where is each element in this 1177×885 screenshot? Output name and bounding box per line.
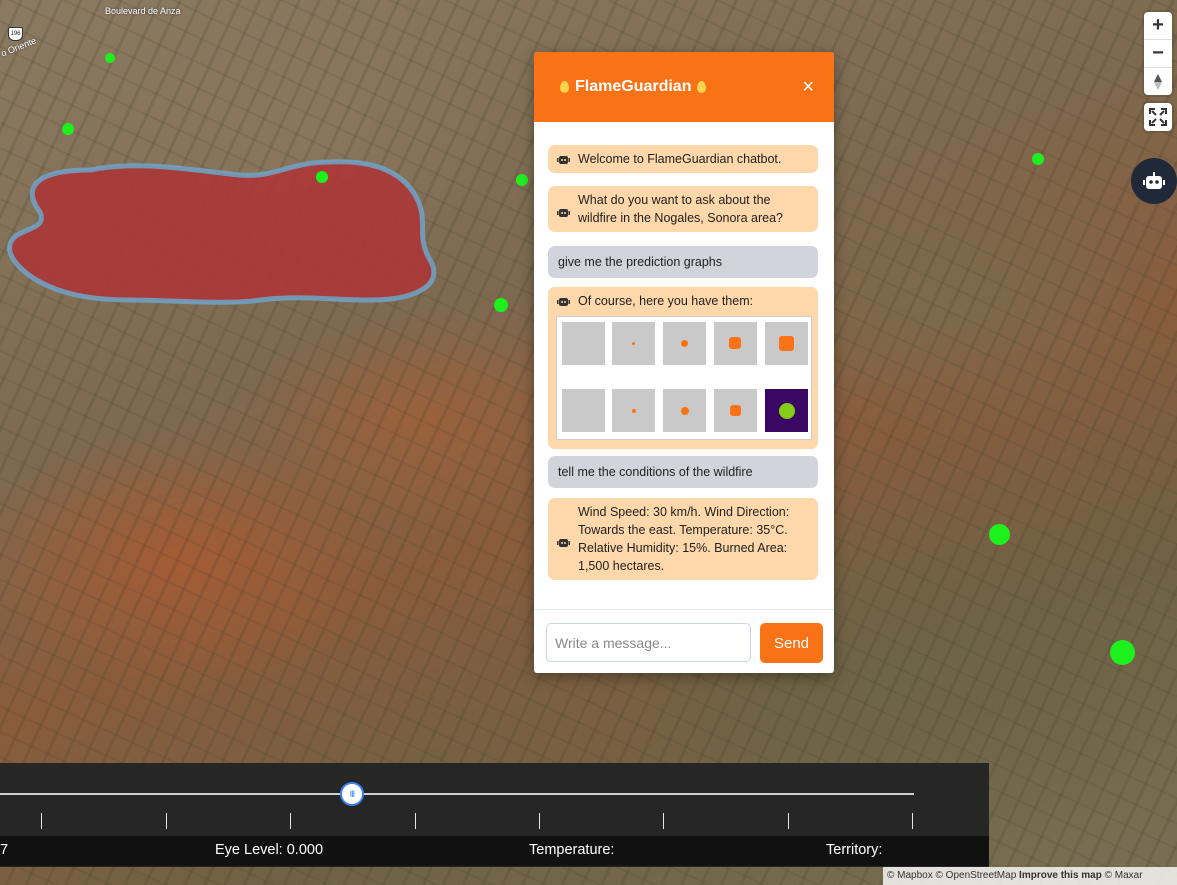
message-text: Of course, here you have them:: [578, 294, 754, 308]
improve-map-link[interactable]: Improve this map: [1019, 870, 1102, 881]
hotspot-marker[interactable]: [62, 123, 74, 135]
user-message: give me the prediction graphs: [548, 246, 818, 278]
robot-icon: [557, 298, 570, 306]
graph-panel: [612, 389, 655, 432]
graph-panel: [612, 322, 655, 365]
robot-icon: [1143, 172, 1165, 189]
timeline-slider-thumb[interactable]: III: [339, 782, 364, 806]
mapbox-attribution-link[interactable]: © Mapbox: [887, 870, 933, 881]
message-text: give me the prediction graphs: [558, 255, 722, 269]
compass-button[interactable]: [1144, 68, 1172, 95]
message-text: tell me the conditions of the wildfire: [558, 465, 753, 479]
flame-icon: [560, 81, 569, 93]
message-list[interactable]: Welcome to FlameGuardian chatbot. What d…: [534, 122, 834, 609]
hotspot-marker[interactable]: [516, 174, 528, 186]
bot-message: Of course, here you have them:: [548, 287, 818, 449]
zoom-out-button[interactable]: −: [1144, 40, 1172, 68]
maxar-attribution-link[interactable]: © Maxar: [1105, 870, 1143, 881]
territory-readout: Territory:: [826, 842, 883, 858]
bot-message: Wind Speed: 30 km/h. Wind Direction: Tow…: [548, 498, 818, 580]
timeline-track[interactable]: [0, 793, 914, 795]
close-button[interactable]: ×: [802, 76, 814, 99]
bot-message: Welcome to FlameGuardian chatbot.: [548, 145, 818, 173]
robot-icon: [557, 156, 570, 164]
user-message: tell me the conditions of the wildfire: [548, 456, 818, 488]
message-input[interactable]: [546, 623, 751, 662]
eye-level-readout: Eye Level: 0.000: [215, 842, 324, 858]
message-text: What do you want to ask about the wildfi…: [578, 193, 783, 225]
zoom-in-button[interactable]: +: [1144, 12, 1172, 40]
timeline-tick: [290, 813, 291, 829]
timeline-panel: III 7 Eye Level: 0.000 Temperature: Terr…: [0, 763, 989, 867]
timeline-tick: [663, 813, 664, 829]
graph-panel: [663, 322, 706, 365]
status-bar: 7 Eye Level: 0.000 Temperature: Territor…: [0, 836, 989, 866]
status-left-value: 7: [0, 842, 9, 858]
timeline-tick: [166, 813, 167, 829]
graph-panel: [663, 389, 706, 432]
hotspot-marker[interactable]: [494, 298, 508, 312]
timeline-tick: [41, 813, 42, 829]
hotspot-marker[interactable]: [1110, 640, 1135, 665]
graph-panel: [714, 322, 757, 365]
hotspot-marker[interactable]: [989, 524, 1010, 545]
send-button[interactable]: Send: [760, 623, 823, 663]
prediction-graphs-image[interactable]: [556, 316, 812, 440]
chatbot-panel: FlameGuardian × Welcome to FlameGuardian…: [534, 52, 834, 673]
bot-message: What do you want to ask about the wildfi…: [548, 186, 818, 232]
timeline-tick: [539, 813, 540, 829]
graph-panel: [765, 322, 808, 365]
graph-panel: [714, 389, 757, 432]
graph-panel: [765, 389, 808, 432]
chatbot-toggle-button[interactable]: [1131, 158, 1177, 204]
timeline-tick: [912, 813, 913, 829]
message-text: Welcome to FlameGuardian chatbot.: [578, 152, 782, 166]
graph-panel: [562, 389, 605, 432]
chat-title: FlameGuardian: [575, 78, 692, 95]
graph-panel: [562, 322, 605, 365]
robot-icon: [557, 539, 570, 547]
osm-attribution-link[interactable]: © OpenStreetMap: [936, 870, 1017, 881]
flame-icon: [697, 81, 707, 93]
chat-header: FlameGuardian ×: [534, 52, 834, 122]
map-attribution: © Mapbox © OpenStreetMap Improve this ma…: [883, 867, 1177, 885]
chat-input-row: Send: [534, 609, 834, 673]
temperature-readout: Temperature:: [529, 842, 615, 858]
compass-icon: [1154, 73, 1162, 90]
burned-area-polygon[interactable]: [0, 0, 450, 320]
message-text: Wind Speed: 30 km/h. Wind Direction: Tow…: [578, 505, 790, 573]
map-navigation-control: + −: [1144, 12, 1172, 95]
timeline-tick: [415, 813, 416, 829]
fullscreen-icon: [1149, 108, 1167, 126]
hotspot-marker[interactable]: [1032, 153, 1044, 165]
robot-icon: [557, 209, 570, 217]
hotspot-marker[interactable]: [105, 53, 115, 63]
timeline-tick: [788, 813, 789, 829]
hotspot-marker[interactable]: [316, 171, 328, 183]
fullscreen-button[interactable]: [1144, 103, 1172, 131]
